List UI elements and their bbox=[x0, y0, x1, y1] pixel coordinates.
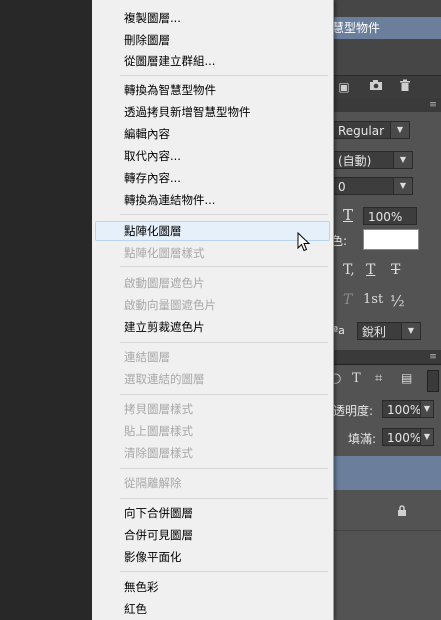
menu-item-clear-layer-style: 清除圖層樣式 bbox=[124, 446, 193, 460]
menu-item-partial: ▔▔▔▔ bbox=[124, 0, 159, 6]
chevron-down-icon: ▼ bbox=[401, 323, 420, 339]
filter-toggle[interactable] bbox=[427, 370, 439, 392]
menu-item-enable-layer-mask: 啟動圖層遮色片 bbox=[124, 276, 205, 290]
panel-menu-icon[interactable]: ≡ bbox=[428, 100, 438, 110]
menu-separator bbox=[120, 214, 328, 215]
antialias-value: 銳利 bbox=[362, 325, 387, 339]
menu-item-enable-vector-mask: 啟動向量圖遮色片 bbox=[124, 298, 216, 312]
leading-dropdown[interactable]: (自動) ▼ bbox=[333, 151, 413, 169]
fill-field[interactable]: 100% ▼ bbox=[382, 428, 434, 446]
chevron-down-icon: ▼ bbox=[393, 152, 412, 168]
tracking-dropdown[interactable]: 0 ▼ bbox=[333, 177, 413, 195]
canvas-workspace bbox=[0, 0, 92, 620]
menu-item-red[interactable]: 紅色 bbox=[124, 599, 147, 619]
menu-item-copy-layer-style: 拷貝圖層樣式 bbox=[124, 402, 193, 416]
leading-value: (自動) bbox=[338, 154, 372, 168]
menu-item-select-linked-layers: 選取連結的圖層 bbox=[124, 372, 205, 386]
horizontal-scale-field[interactable]: 100% bbox=[363, 207, 417, 225]
menu-item-merge-down[interactable]: 向下合併圖層 bbox=[124, 503, 193, 523]
horizontal-scale-icon: T bbox=[343, 206, 354, 224]
menu-item-delete-layer[interactable]: 刪除圖層 bbox=[124, 30, 170, 50]
panel-menu-icon[interactable]: ≡ bbox=[428, 352, 438, 362]
opacity-field[interactable]: 100% ▼ bbox=[382, 400, 434, 418]
filter-transform-icon[interactable]: ⌗ bbox=[375, 371, 382, 386]
mouse-pointer-icon bbox=[297, 232, 311, 252]
menu-item-paste-layer-style: 貼上圖層樣式 bbox=[124, 424, 193, 438]
character-panel-header: ≡ bbox=[318, 98, 441, 113]
ordinals-button[interactable]: 1st bbox=[363, 292, 383, 307]
font-style-dropdown[interactable]: Regular ▼ bbox=[333, 121, 410, 139]
fill-label: 填滿: bbox=[348, 432, 377, 446]
camera-icon[interactable] bbox=[368, 79, 384, 95]
menu-item-replace-contents[interactable]: 取代內容... bbox=[124, 146, 181, 166]
fill-value: 100% bbox=[387, 431, 422, 445]
antialias-label: ªa bbox=[333, 324, 345, 337]
menu-item-link-layers: 連結圖層 bbox=[124, 350, 170, 364]
menu-separator bbox=[120, 75, 328, 76]
opacity-value: 100% bbox=[387, 403, 422, 417]
menu-separator bbox=[120, 498, 328, 499]
underline-t-button[interactable]: T bbox=[366, 262, 375, 278]
horizontal-scale-value: 100% bbox=[368, 210, 403, 224]
menu-item-convert-smart-object[interactable]: 轉換為智慧型物件 bbox=[124, 80, 216, 100]
strikethrough-t-button[interactable]: T bbox=[391, 262, 400, 278]
new-adjustment-icon[interactable]: ▣ bbox=[336, 79, 352, 95]
menu-separator bbox=[120, 571, 328, 572]
layers-list-top: 慧型物件 bbox=[318, 0, 441, 75]
menu-item-new-smart-object-via-copy[interactable]: 透過拷貝新增智慧型物件 bbox=[124, 102, 251, 122]
menu-separator bbox=[120, 394, 328, 395]
chevron-down-icon: ▼ bbox=[393, 178, 412, 194]
antialias-dropdown[interactable]: 銳利 ▼ bbox=[357, 322, 421, 340]
font-style-value: Regular bbox=[338, 124, 385, 138]
layer-row-selected[interactable] bbox=[318, 456, 441, 490]
chevron-down-icon: ▼ bbox=[420, 401, 433, 417]
layer-row-background[interactable] bbox=[318, 490, 441, 531]
trash-icon[interactable] bbox=[397, 79, 413, 95]
layers-toolbar: ▣ bbox=[318, 75, 441, 98]
fractions-button[interactable]: ½ bbox=[390, 292, 405, 310]
menu-item-duplicate-layer[interactable]: 複製圖層... bbox=[124, 8, 181, 28]
menu-item-flatten-image[interactable]: 影像平面化 bbox=[124, 547, 182, 567]
opacity-label: 透明度: bbox=[333, 404, 374, 418]
layer-context-menu: ▔▔▔▔ 複製圖層... 刪除圖層 從圖層建立群組... 轉換為智慧型物件 透過… bbox=[92, 0, 334, 620]
menu-item-rasterize-layer[interactable]: 點陣化圖層 bbox=[124, 221, 182, 241]
right-panels: 慧型物件 ▣ ≡ Regular ▼ (自動) ▼ 0 ▼ T 100% 色: … bbox=[318, 0, 441, 620]
subscript-t-button[interactable]: T, bbox=[343, 262, 355, 278]
menu-item-group-from-layers[interactable]: 從圖層建立群組... bbox=[124, 51, 215, 71]
menu-item-convert-linked[interactable]: 轉換為連結物件... bbox=[124, 190, 215, 210]
chevron-down-icon: ▼ bbox=[420, 429, 433, 445]
menu-separator bbox=[120, 468, 328, 469]
filter-type-icon[interactable]: T bbox=[352, 371, 361, 386]
menu-item-export-contents[interactable]: 轉存內容... bbox=[124, 168, 181, 188]
menu-item-no-color[interactable]: 無色彩 bbox=[124, 577, 159, 597]
menu-separator bbox=[120, 342, 328, 343]
filter-smart-icon[interactable]: ▤ bbox=[401, 371, 412, 385]
lock-icon bbox=[397, 502, 407, 521]
menu-item-create-clipping-mask[interactable]: 建立剪裁遮色片 bbox=[124, 317, 205, 337]
menu-separator bbox=[120, 266, 328, 267]
text-color-swatch[interactable] bbox=[363, 229, 419, 250]
menu-item-release-isolation: 從隔離解除 bbox=[124, 476, 182, 490]
menu-item-edit-contents[interactable]: 編輯內容 bbox=[124, 124, 170, 144]
menu-item-merge-visible[interactable]: 合併可見圖層 bbox=[124, 525, 193, 545]
menu-item-rasterize-layer-style: 點陣化圖層樣式 bbox=[124, 246, 205, 260]
layers-panel-header: ≡ bbox=[318, 350, 441, 365]
tracking-value: 0 bbox=[338, 180, 346, 194]
italic-t-button[interactable]: T bbox=[343, 292, 352, 308]
chevron-down-icon: ▼ bbox=[390, 122, 409, 138]
layer-row-smart-object[interactable]: 慧型物件 bbox=[318, 17, 441, 39]
